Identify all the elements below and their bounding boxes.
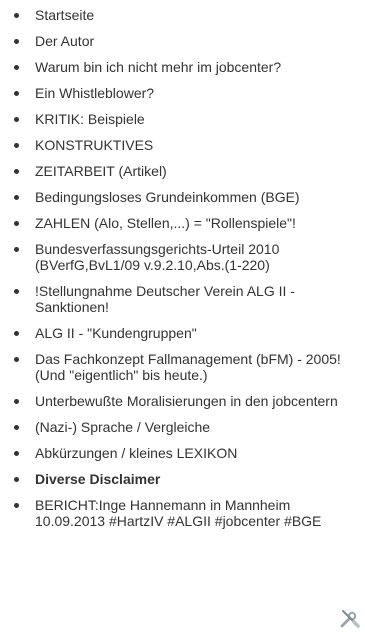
bullet-icon xyxy=(14,331,19,336)
nav-link-konstruktives[interactable]: KONSTRUKTIVES xyxy=(35,137,350,153)
nav-item-warum: Warum bin ich nicht mehr im jobcenter? xyxy=(0,59,350,75)
tools-icon[interactable] xyxy=(339,607,361,629)
bullet-icon xyxy=(14,117,19,122)
nav-item-moralisierungen: Unterbewußte Moralisierungen in den jobc… xyxy=(0,393,350,409)
nav-link-fallmanagement[interactable]: Das Fachkonzept Fallmanagement (bFM) - 2… xyxy=(35,351,350,383)
nav-link-whistleblower[interactable]: Ein Whistleblower? xyxy=(35,85,350,101)
bullet-icon xyxy=(14,503,19,508)
nav-item-konstruktives: KONSTRUKTIVES xyxy=(0,137,350,153)
bullet-icon xyxy=(14,39,19,44)
bullet-icon xyxy=(14,451,19,456)
nav-item-zahlen: ZAHLEN (Alo, Stellen,...) = "Rollenspiel… xyxy=(0,215,350,231)
nav-link-kundengruppen[interactable]: ALG II - "Kundengruppen" xyxy=(35,325,350,341)
nav-link-startseite[interactable]: Startseite xyxy=(35,7,350,23)
bullet-icon xyxy=(14,91,19,96)
nav-link-bverfg-urteil[interactable]: Bundesverfassungsgerichts-Urteil 2010 (B… xyxy=(35,241,350,273)
bullet-icon xyxy=(14,247,19,252)
nav-item-disclaimer: Diverse Disclaimer xyxy=(0,471,350,487)
bullet-icon xyxy=(14,13,19,18)
bullet-icon xyxy=(14,169,19,174)
nav-item-stellungnahme: !Stellungnahme Deutscher Verein ALG II -… xyxy=(0,283,350,315)
bullet-icon xyxy=(14,65,19,70)
nav-link-der-autor[interactable]: Der Autor xyxy=(35,33,350,49)
nav-link-stellungnahme[interactable]: !Stellungnahme Deutscher Verein ALG II -… xyxy=(35,283,350,315)
bullet-icon xyxy=(14,195,19,200)
nav-link-disclaimer[interactable]: Diverse Disclaimer xyxy=(35,471,350,487)
bullet-icon xyxy=(14,289,19,294)
nav-link-lexikon[interactable]: Abkürzungen / kleines LEXIKON xyxy=(35,445,350,461)
nav-item-kritik: KRITIK: Beispiele xyxy=(0,111,350,127)
nav-item-startseite: Startseite xyxy=(0,7,350,23)
nav-item-bericht: BERICHT:Inge Hannemann in Mannheim 10.09… xyxy=(0,497,350,529)
nav-link-sprache[interactable]: (Nazi-) Sprache / Vergleiche xyxy=(35,419,350,435)
nav-link-warum[interactable]: Warum bin ich nicht mehr im jobcenter? xyxy=(35,59,350,75)
bullet-icon xyxy=(14,477,19,482)
nav-link-bericht[interactable]: BERICHT:Inge Hannemann in Mannheim 10.09… xyxy=(35,497,350,529)
site-navigation-list: Startseite Der Autor Warum bin ich nicht… xyxy=(0,7,350,539)
nav-item-lexikon: Abkürzungen / kleines LEXIKON xyxy=(0,445,350,461)
nav-item-bverfg-urteil: Bundesverfassungsgerichts-Urteil 2010 (B… xyxy=(0,241,350,273)
nav-link-kritik[interactable]: KRITIK: Beispiele xyxy=(35,111,350,127)
nav-link-zahlen[interactable]: ZAHLEN (Alo, Stellen,...) = "Rollenspiel… xyxy=(35,215,350,231)
nav-link-moralisierungen[interactable]: Unterbewußte Moralisierungen in den jobc… xyxy=(35,393,350,409)
bullet-icon xyxy=(14,357,19,362)
nav-item-kundengruppen: ALG II - "Kundengruppen" xyxy=(0,325,350,341)
nav-item-sprache: (Nazi-) Sprache / Vergleiche xyxy=(0,419,350,435)
nav-item-bge: Bedingungsloses Grundeinkommen (BGE) xyxy=(0,189,350,205)
nav-item-der-autor: Der Autor xyxy=(0,33,350,49)
bullet-icon xyxy=(14,399,19,404)
bullet-icon xyxy=(14,221,19,226)
nav-item-whistleblower: Ein Whistleblower? xyxy=(0,85,350,101)
bullet-icon xyxy=(14,143,19,148)
nav-item-zeitarbeit: ZEITARBEIT (Artikel) xyxy=(0,163,350,179)
nav-link-zeitarbeit[interactable]: ZEITARBEIT (Artikel) xyxy=(35,163,350,179)
nav-link-bge[interactable]: Bedingungsloses Grundeinkommen (BGE) xyxy=(35,189,350,205)
nav-item-fallmanagement: Das Fachkonzept Fallmanagement (bFM) - 2… xyxy=(0,351,350,383)
bullet-icon xyxy=(14,425,19,430)
